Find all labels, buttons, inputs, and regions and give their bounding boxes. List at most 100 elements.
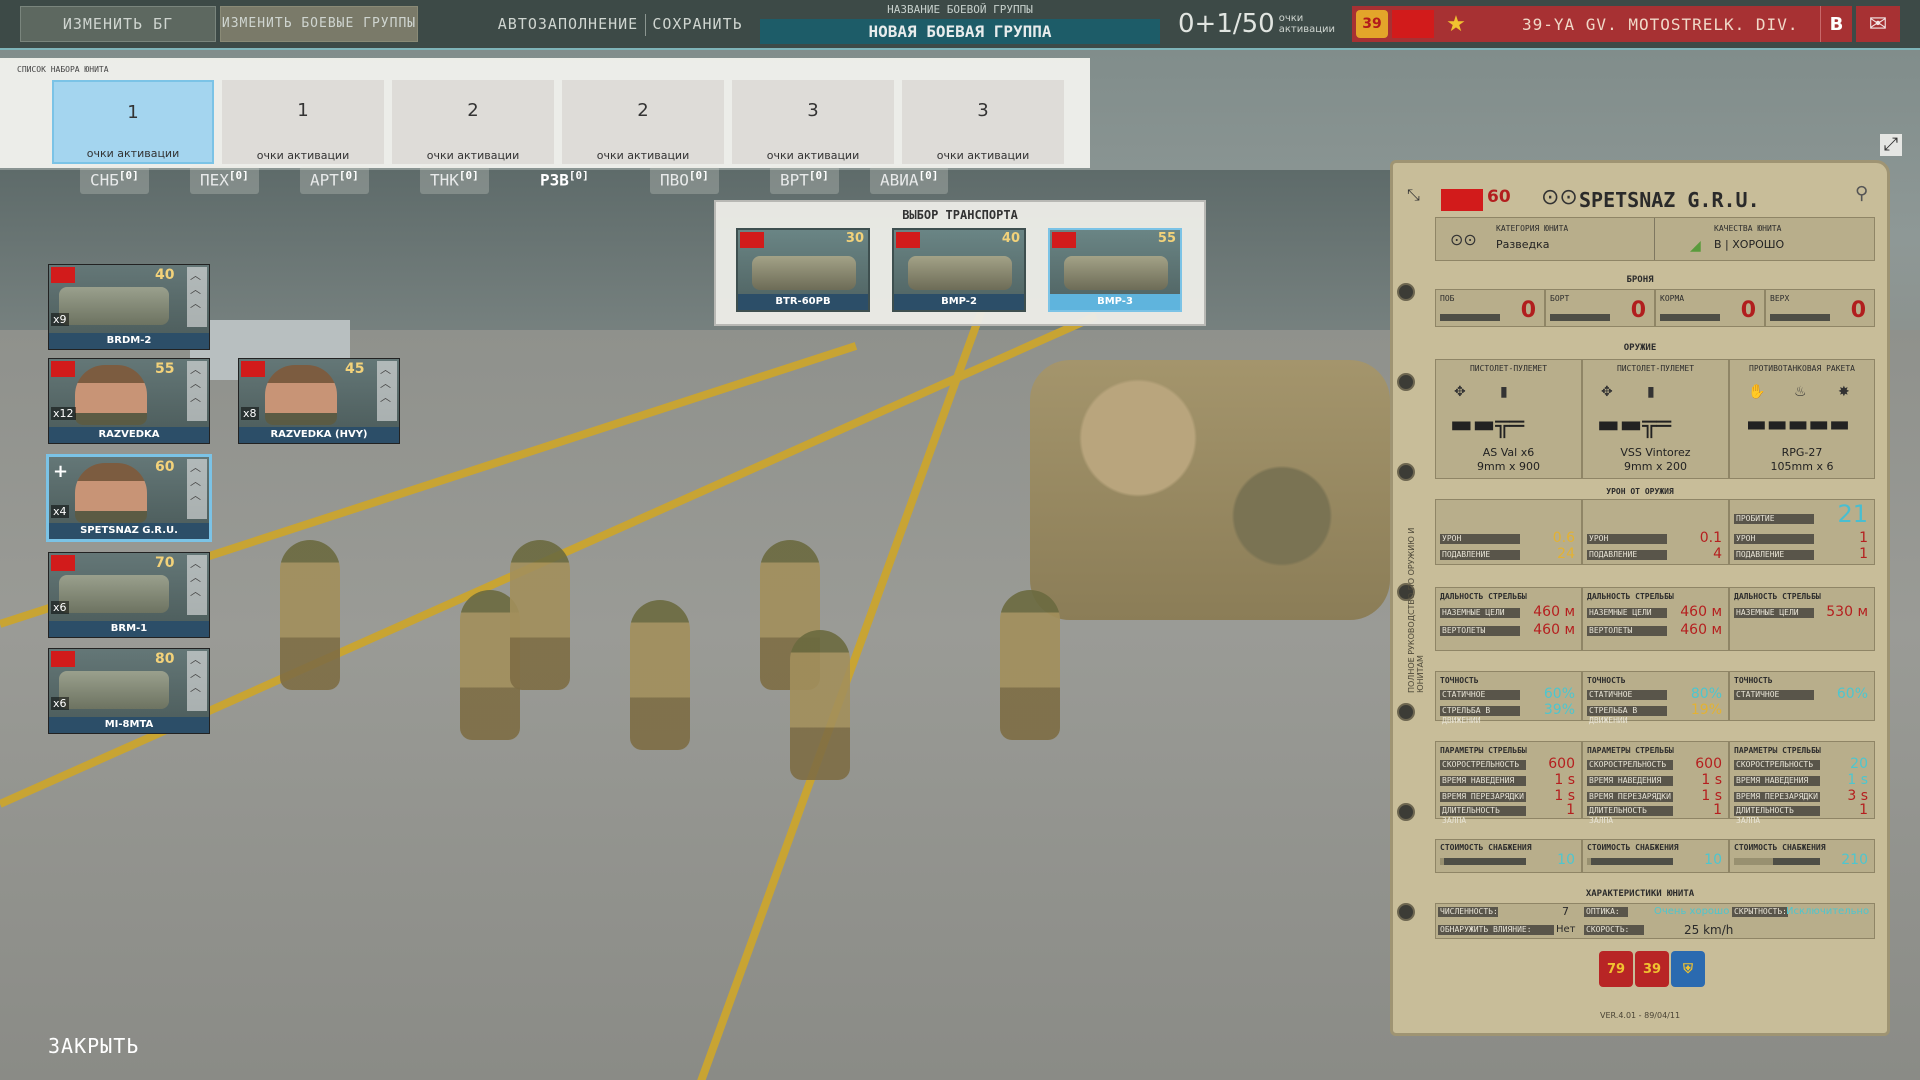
tab-tanks[interactable]: ТНК[0] [420, 166, 489, 194]
binoculars-icon: ⊙⊙ [1541, 185, 1578, 210]
unit-vehicle-image [59, 671, 169, 709]
unit-slot-card[interactable]: 2 очки активации [562, 80, 724, 164]
accuracy-cell: ТОЧНОСТЬ СТАТИЧНОЕ 60% [1729, 671, 1875, 721]
unit-count: x9 [51, 313, 69, 326]
accuracy-cell: ТОЧНОСТЬ СТАТИЧНОЕ 60% СТРЕЛЬБА В ДВИЖЕНИ… [1435, 671, 1582, 725]
unit-points: 60 [155, 459, 175, 475]
tab-infantry[interactable]: ПЕХ[0] [190, 166, 259, 194]
ussr-flag-icon [51, 651, 75, 667]
weapon-name: VSS Vintorez [1620, 446, 1691, 459]
unit-name: MI-8MTA [49, 717, 209, 733]
division-selector[interactable]: 39 ★ 39-YA GV. MOTOSTRELK. DIV. [1352, 6, 1822, 42]
tab-recon[interactable]: РЗВ[0] [530, 166, 599, 194]
weapon-slot-3[interactable]: ПРОТИВОТАНКОВАЯ РАКЕТА ✋ ♨ ✸ ▬▬▬▬▬ RPG-2… [1729, 359, 1875, 479]
armor-rear: КОРМА 0 [1655, 289, 1765, 327]
weapon-slot-1[interactable]: ПИСТОЛЕТ-ПУЛЕМЕТ ✥ ▮ ▬▬╦═ AS Val x6 9mm … [1435, 359, 1582, 479]
unit-card-mi-8mta[interactable]: 80 x6 MI-8MTA [48, 648, 210, 734]
range-cell: ДАЛЬНОСТЬ СТРЕЛЬБЫ НАЗЕМНЫЕ ЦЕЛИ 460 м ВЕ… [1582, 587, 1729, 651]
battlegroup-name-input[interactable]: НОВАЯ БОЕВАЯ ГРУППА [760, 19, 1160, 44]
supply-bar [1587, 858, 1673, 865]
tab-air-defense[interactable]: ПВО[0] [650, 166, 719, 194]
unit-set-title: СПИСОК НАБОРА ЮНИТА [17, 65, 109, 74]
unit-card-razvedka[interactable]: 55 x12 RAZVEDKA [48, 358, 210, 444]
crosshair-icon: ✥ [1454, 384, 1466, 400]
transport-card-bmp-2[interactable]: 40 BMP-2 [892, 228, 1026, 312]
close-button[interactable]: ЗАКРЫТЬ [48, 1034, 139, 1058]
division-badge-icon: 39 [1356, 10, 1388, 38]
expand-icon[interactable]: ⤢ [1880, 134, 1902, 156]
transport-card-bmp-3[interactable]: 55 BMP-3 [1048, 228, 1182, 312]
activation-points-label: очки активации [1278, 13, 1336, 35]
activation-points-value: 0+1/50 [1178, 9, 1275, 39]
autofill-button[interactable]: АВТОЗАПОЛНЕНИЕ [498, 6, 637, 42]
edit-battlegroups-button[interactable]: ИЗМЕНИТЬ БОЕВЫЕ ГРУППЫ [220, 6, 418, 42]
fire-params-cell: ПАРАМЕТРЫ СТРЕЛЬБЫ СКОРОСТРЕЛЬНОСТЬ 600 В… [1582, 741, 1729, 825]
weapon-name: RPG-27 [1781, 446, 1823, 459]
unit-points: 40 [155, 267, 175, 283]
characteristics-box: ЧИСЛЕННОСТЬ: 7 ОПТИКА: Очень хорошо СКРЫ… [1435, 903, 1875, 939]
b-button[interactable]: B [1820, 6, 1852, 42]
ussr-flag-icon [1441, 189, 1483, 211]
toolbar-divider [645, 14, 646, 36]
unit-slot-card[interactable]: 3 очки активации [732, 80, 894, 164]
ussr-flag-icon [1392, 10, 1434, 38]
save-button[interactable]: СОХРАНИТЬ [650, 6, 745, 42]
fire-params-cell: ПАРАМЕТРЫ СТРЕЛЬБЫ СКОРОСТРЕЛЬНОСТЬ 600 В… [1435, 741, 1582, 825]
transport-points: 40 [1001, 231, 1020, 246]
ussr-flag-icon [51, 361, 75, 377]
side-note: ПОЛНОЕ РУКОВОДСТВО ПО ОРУЖИЮ И ЮНИТАМ [1407, 527, 1425, 693]
damage-cell: УРОН 0.6 ПОДАВЛЕНИЕ 24 [1435, 499, 1582, 565]
tab-artillery[interactable]: АРТ[0] [300, 166, 369, 194]
pin-icon[interactable]: ⚲ [1855, 183, 1868, 204]
binder-ring [1397, 463, 1415, 481]
transport-name: BMP-3 [1050, 294, 1180, 310]
weapon-ammo: 9mm x 900 [1477, 460, 1540, 473]
activation-points: 0+1/50 очки активации [1178, 6, 1348, 42]
explosion-icon: ✸ [1838, 384, 1850, 400]
division-name: 39-YA GV. MOTOSTRELK. DIV. [1522, 14, 1799, 34]
weapon-name: AS Val x6 [1482, 446, 1535, 459]
supply-bar [1734, 858, 1820, 865]
unit-meta-box: ⊙⊙ КАТЕГОРИЯ ЮНИТА Разведка КАЧЕСТВА ЮНИ… [1435, 217, 1875, 261]
collapse-icon[interactable]: ⤡ [1407, 185, 1420, 205]
badge-39-icon: 39 [1635, 951, 1669, 987]
soldier-model [790, 630, 850, 780]
tab-helicopters[interactable]: ВРТ[0] [770, 166, 839, 194]
rank-chevrons-icon [377, 361, 397, 421]
soldier-model [630, 600, 690, 750]
soldier-model [280, 540, 340, 690]
unit-slot-card[interactable]: 1 очки активации [52, 80, 214, 164]
tab-aviation[interactable]: АВИА[0] [870, 166, 949, 194]
weapon-type: ПРОТИВОТАНКОВАЯ РАКЕТА [1749, 364, 1855, 373]
rank-chevrons-icon [187, 555, 207, 615]
ussr-flag-icon [1052, 232, 1076, 248]
divider [1654, 218, 1655, 260]
add-icon[interactable]: + [53, 461, 68, 482]
tab-snb[interactable]: СНБ[0] [80, 166, 149, 194]
unit-name: BRM-1 [49, 621, 209, 637]
unit-card-spetsnaz-gru[interactable]: + 60 x4 SPETSNAZ G.R.U. [46, 454, 212, 542]
unit-portrait [75, 365, 147, 425]
weapon-slot-2[interactable]: ПИСТОЛЕТ-ПУЛЕМЕТ ✥ ▮ ▬▬╦═ VSS Vintorez 9… [1582, 359, 1729, 479]
unit-slot-card[interactable]: 1 очки активации [222, 80, 384, 164]
edit-bg-button[interactable]: ИЗМЕНИТЬ БГ [20, 6, 216, 42]
unit-count: x8 [241, 407, 259, 420]
unit-title: SPETSNAZ G.R.U. [1579, 188, 1760, 212]
rank-chevrons-icon [187, 267, 207, 327]
soldier-model [510, 540, 570, 690]
unit-points: 70 [155, 555, 175, 571]
bmp-vehicle-model [1030, 360, 1390, 620]
unit-slot-card[interactable]: 3 очки активации [902, 80, 1064, 164]
armor-bar [1550, 314, 1610, 321]
unit-card-brm-1[interactable]: 70 x6 BRM-1 [48, 552, 210, 638]
unit-slot-card[interactable]: 2 очки активации [392, 80, 554, 164]
supply-cost-cell: СТОИМОСТЬ СНАБЖЕНИЯ 210 [1729, 839, 1875, 873]
unit-card-brdm-2[interactable]: 40 x9 BRDM-2 [48, 264, 210, 350]
top-bar: ИЗМЕНИТЬ БГ ИЗМЕНИТЬ БОЕВЫЕ ГРУППЫ АВТОЗ… [0, 0, 1920, 50]
unit-count: x4 [51, 505, 69, 518]
transport-points: 55 [1157, 231, 1176, 246]
accuracy-cell: ТОЧНОСТЬ СТАТИЧНОЕ 80% СТРЕЛЬБА В ДВИЖЕНИ… [1582, 671, 1729, 725]
envelope-icon[interactable]: ✉ [1856, 6, 1900, 42]
unit-card-razvedka-hvy[interactable]: 45 x8 RAZVEDKA (HVY) [238, 358, 400, 444]
transport-card-btr-60pb[interactable]: 30 BTR-60PB [736, 228, 870, 312]
